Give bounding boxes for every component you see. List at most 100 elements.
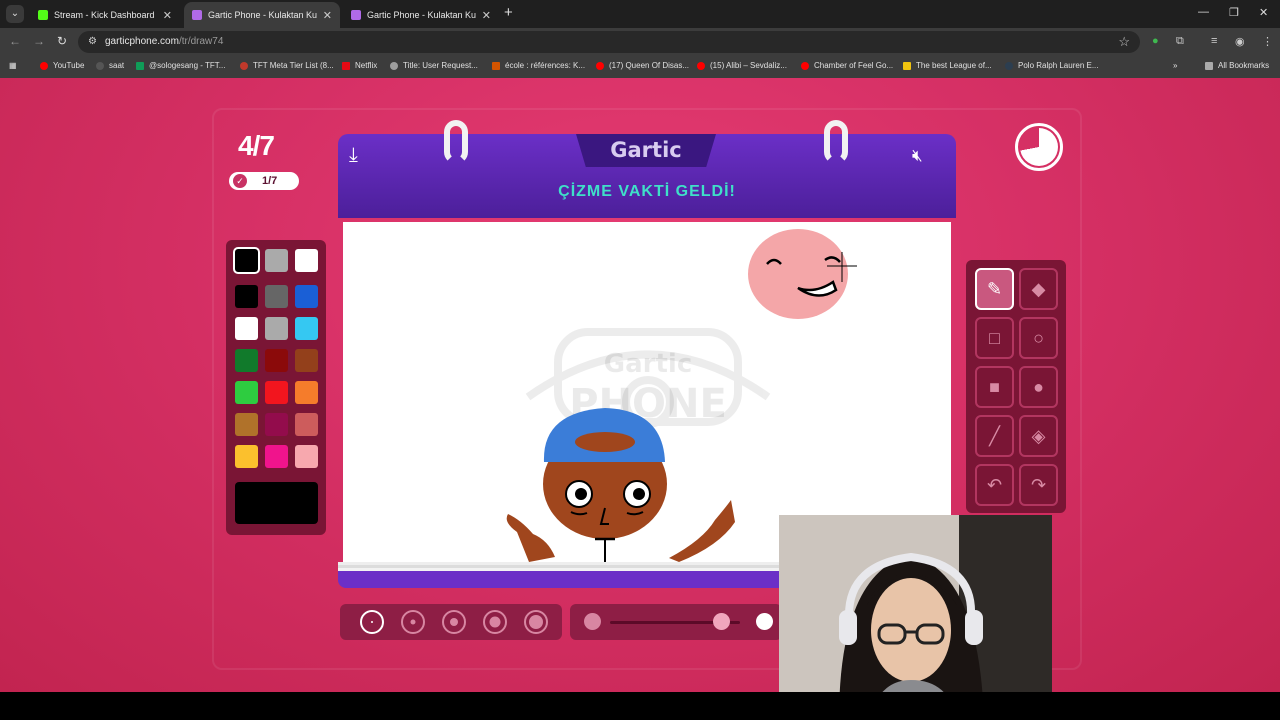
opacity-max-icon (756, 613, 773, 630)
bookmark-star-icon[interactable]: ☆ (1118, 34, 1130, 50)
gartic-favicon-icon (192, 10, 202, 20)
bookmark-polo[interactable]: Polo Ralph Lauren E... (1005, 61, 1099, 70)
reload-button[interactable]: ↻ (57, 34, 67, 48)
close-tab-icon[interactable]: ✕ (163, 9, 172, 22)
eraser-tool-icon[interactable]: ◆ (1019, 268, 1058, 310)
bookmark-label: Netflix (355, 61, 378, 70)
fill-bucket-tool-icon[interactable]: ◈ (1019, 415, 1058, 457)
close-tab-icon[interactable]: ✕ (482, 9, 491, 22)
address-bar[interactable]: ⚙ garticphone.com/tr/draw74 ☆ (78, 31, 1140, 53)
bookmark-alibi[interactable]: (15) Alibi – Sevdaliz... (697, 61, 787, 70)
color-swatch[interactable] (265, 381, 288, 404)
drawing-canvas[interactable]: Gartic PHONE (343, 222, 951, 562)
kick-favicon-icon (38, 10, 48, 20)
color-swatch[interactable] (265, 349, 288, 372)
bookmark-netflix[interactable]: Netflix (342, 61, 377, 70)
brush-size-dot (371, 621, 373, 623)
polo-icon (1005, 61, 1013, 70)
color-swatch[interactable] (235, 317, 258, 340)
bookmark-ecole[interactable]: école : références: K... (492, 61, 585, 70)
site-info-icon[interactable]: ⚙ (88, 36, 97, 47)
youtube-icon (697, 61, 705, 70)
color-swatch[interactable] (295, 413, 318, 436)
color-swatch[interactable] (265, 317, 288, 340)
undo-tool-icon[interactable]: ↶ (975, 464, 1014, 506)
bookmark-league[interactable]: The best League of... (903, 61, 992, 70)
opacity-handle[interactable] (712, 613, 730, 630)
bookmark-chamber[interactable]: Chamber of Feel Go... (801, 61, 893, 70)
media-controls-icon[interactable]: ≡ (1211, 35, 1217, 47)
new-tab-button[interactable]: + (504, 5, 513, 21)
color-swatch[interactable] (235, 381, 258, 404)
brush-size-button[interactable] (360, 610, 384, 634)
browser-tab-gartic[interactable]: Gartic Phone - Kulaktan Kulağa ✕ (343, 2, 499, 28)
color-swatch[interactable] (235, 349, 258, 372)
brush-size-button[interactable] (483, 610, 507, 634)
browser-toolbar: ← → ↻ ⚙ garticphone.com/tr/draw74 ☆ ● ⧉ … (0, 28, 1280, 56)
brush-size-button[interactable] (524, 610, 548, 634)
close-window-button[interactable]: ✕ (1259, 6, 1268, 19)
bookmark-user-request[interactable]: Title: User Request... (390, 61, 478, 70)
rectangle-fill-tool-icon[interactable]: ■ (975, 366, 1014, 408)
bottom-black-bar (0, 692, 1280, 720)
color-swatch[interactable] (265, 413, 288, 436)
url-path: /tr/draw74 (178, 36, 224, 47)
brush-size-button[interactable] (442, 610, 466, 634)
color-swatch[interactable] (235, 285, 258, 308)
mute-sound-icon[interactable]: 🔇︎ (912, 146, 923, 166)
bookmark-sologesang[interactable]: @sologesang - TFT... (136, 61, 225, 70)
instruction-title: ÇİZME VAKTİ GELDİ! (558, 183, 736, 200)
bookmark-tft-meta[interactable]: TFT Meta Tier List (8... (240, 61, 334, 70)
browser-menu-icon[interactable]: ⋮ (1262, 35, 1273, 48)
bookmark-label: (17) Queen Of Disas... (609, 61, 690, 70)
color-swatch[interactable] (295, 349, 318, 372)
more-bookmarks-icon[interactable]: » (1173, 61, 1177, 70)
globe-icon (390, 61, 398, 70)
ellipse-fill-tool-icon[interactable]: ● (1019, 366, 1058, 408)
pen-tool-icon[interactable]: ✎ (975, 268, 1014, 310)
color-swatch[interactable] (295, 285, 318, 308)
profile-avatar[interactable]: ◉ (1235, 35, 1245, 48)
color-swatch[interactable] (295, 249, 318, 272)
youtube-icon (40, 61, 48, 70)
color-swatch[interactable] (235, 445, 258, 468)
browser-tab-gartic-active[interactable]: Gartic Phone - Kulaktan Kulağa ✕ (184, 2, 340, 28)
bookmark-label: école : références: K... (505, 61, 586, 70)
brush-size-button[interactable] (401, 610, 425, 634)
download-icon[interactable]: ⤓ (349, 144, 358, 167)
bookmark-label: Polo Ralph Lauren E... (1018, 61, 1099, 70)
color-swatch[interactable] (265, 445, 288, 468)
rectangle-outline-tool-icon[interactable]: □ (975, 317, 1014, 359)
redo-tool-icon[interactable]: ↷ (1019, 464, 1058, 506)
apps-grid-icon[interactable]: ▦ (9, 61, 17, 70)
color-swatch[interactable] (233, 247, 260, 274)
color-swatch[interactable] (265, 285, 288, 308)
bookmark-label: Title: User Request... (403, 61, 478, 70)
bookmark-queen[interactable]: (17) Queen Of Disas... (596, 61, 689, 70)
color-swatch[interactable] (265, 249, 288, 272)
ellipse-outline-tool-icon[interactable]: ○ (1019, 317, 1058, 359)
tab-search-button[interactable]: ⌄ (6, 5, 24, 23)
bookmark-saat[interactable]: saat (96, 61, 124, 70)
opacity-slider[interactable] (570, 604, 782, 640)
back-button[interactable]: ← (9, 34, 21, 48)
timer-icon (1015, 123, 1063, 171)
all-bookmarks[interactable]: All Bookmarks (1205, 61, 1269, 70)
close-tab-icon[interactable]: ✕ (323, 9, 332, 22)
color-swatch[interactable] (295, 317, 318, 340)
timer-fill (1020, 128, 1058, 166)
browser-tab-kick[interactable]: Stream - Kick Dashboard ✕ (30, 2, 180, 28)
line-tool-icon[interactable]: ╱ (975, 415, 1014, 457)
minimize-button[interactable]: — (1198, 6, 1209, 18)
color-swatch[interactable] (295, 381, 318, 404)
restore-button[interactable]: ❐ (1229, 6, 1239, 19)
extension-shield-icon[interactable]: ● (1152, 35, 1159, 47)
extensions-icon[interactable]: ⧉ (1176, 35, 1184, 48)
color-swatch[interactable] (295, 445, 318, 468)
forward-button[interactable]: → (33, 34, 45, 48)
bookmark-youtube[interactable]: YouTube (40, 61, 84, 70)
round-counter: 4/7 (238, 130, 275, 161)
sheets-icon (136, 61, 144, 70)
color-swatch[interactable] (235, 413, 258, 436)
youtube-icon (801, 61, 809, 70)
